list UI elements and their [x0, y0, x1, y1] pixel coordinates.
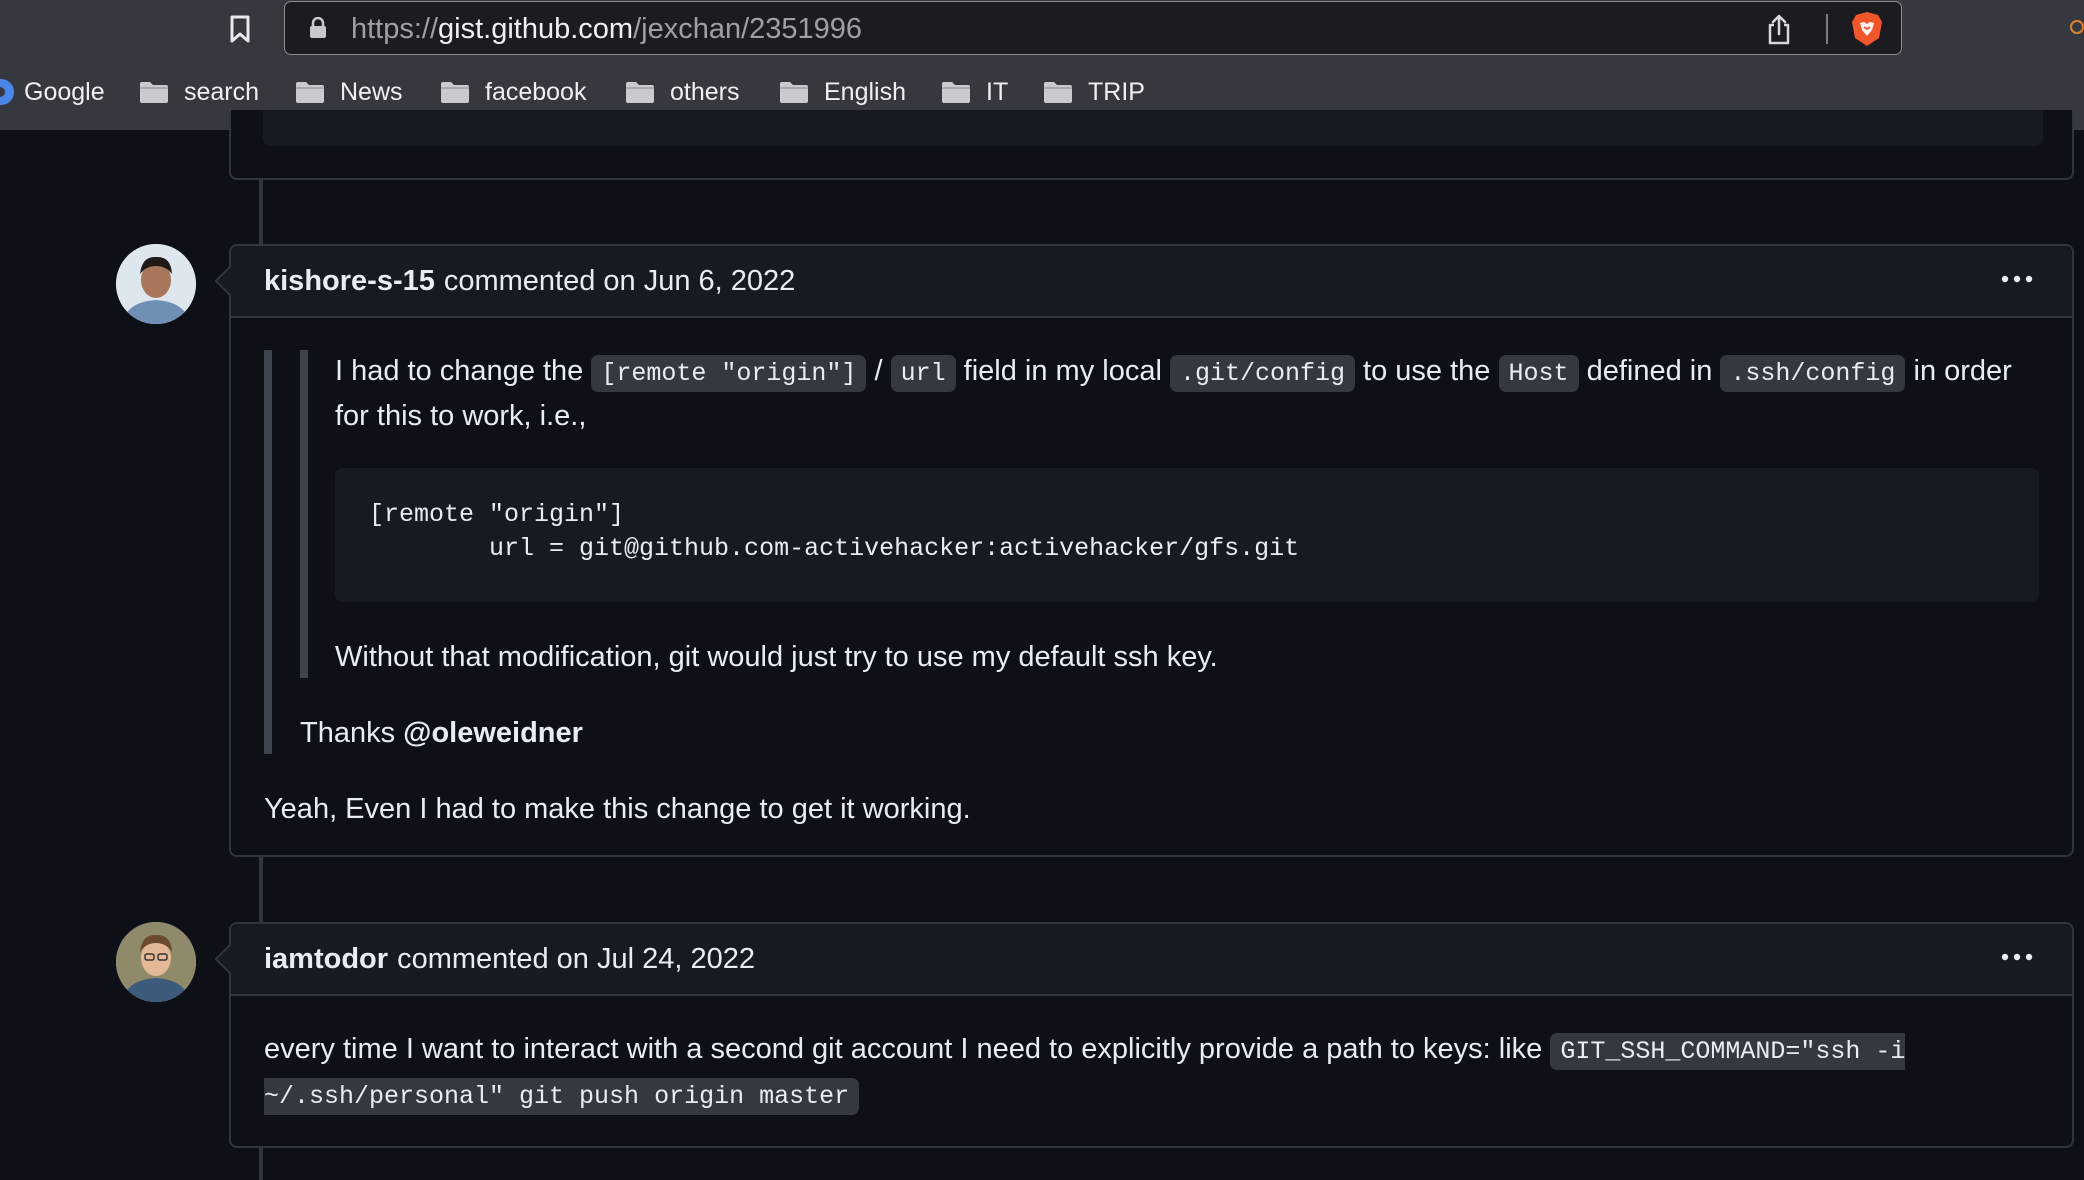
quote-paragraph: I had to change the [remote "origin"] / …	[335, 355, 2012, 432]
bookmark-label: others	[670, 77, 740, 106]
blockquote-outer: I had to change the [remote "origin"] / …	[264, 350, 2039, 754]
folder-icon	[780, 82, 808, 103]
bookmark-label: News	[340, 77, 403, 106]
bookmark-folder-it[interactable]: IT	[940, 70, 1008, 114]
bookmark-folder-search[interactable]: search	[138, 70, 259, 114]
kebab-menu-icon[interactable]	[2000, 952, 2034, 962]
lock-icon	[310, 17, 326, 38]
bookmark-label: search	[184, 77, 260, 106]
user-avatar-image	[116, 244, 196, 324]
inline-code: .ssh/config	[1720, 355, 1906, 392]
comment-body: I had to change the [remote "origin"] / …	[231, 318, 2072, 860]
extension-icon[interactable]	[2070, 20, 2084, 34]
folder-icon	[626, 82, 654, 103]
user-mention-link[interactable]: @oleweidner	[403, 717, 583, 749]
bookmark-label: English	[824, 77, 906, 106]
bookmarks-bar: Google search News facebook others Engli…	[0, 70, 2084, 114]
bookmark-label: facebook	[485, 77, 587, 106]
user-avatar-image	[116, 922, 196, 1002]
bookmark-label: TRIP	[1088, 77, 1145, 106]
avatar[interactable]	[116, 922, 196, 1002]
comment-header: kishore-s-15 commented on Jun 6, 2022	[231, 246, 2072, 318]
bookmark-folder-news[interactable]: News	[294, 70, 403, 114]
bookmark-folder-trip[interactable]: TRIP	[1042, 70, 1145, 114]
folder-icon	[296, 82, 324, 103]
comment-body: every time I want to interact with a sec…	[231, 996, 2072, 1148]
code-block[interactable]: [remote "origin"] url = git@github.com-a…	[335, 468, 2039, 602]
comment-author-link[interactable]: iamtodor	[264, 943, 388, 976]
inline-code: [remote "origin"]	[591, 355, 867, 392]
kebab-menu-icon[interactable]	[2000, 274, 2034, 284]
bookmark-icon[interactable]	[226, 14, 254, 44]
inline-code: url	[890, 355, 956, 392]
bookmark-folder-others[interactable]: others	[624, 70, 739, 114]
comment-meta[interactable]: commented on Jul 24, 2022	[397, 943, 755, 976]
comment-author-link[interactable]: kishore-s-15	[264, 265, 435, 298]
bookmark-label: IT	[986, 77, 1009, 106]
blockquote-inner: I had to change the [remote "origin"] / …	[300, 350, 2039, 678]
previous-code-block-bottom	[263, 110, 2043, 146]
bookmark-folder-english[interactable]: English	[778, 70, 906, 114]
bookmark-folder-facebook[interactable]: facebook	[439, 70, 586, 114]
brave-shield-icon[interactable]	[1850, 10, 1884, 48]
url-divider	[1826, 14, 1828, 44]
thanks-paragraph: Thanks @oleweidner	[300, 717, 583, 749]
comment-meta[interactable]: commented on Jun 6, 2022	[444, 265, 795, 298]
comment-text: every time I want to interact with a sec…	[264, 1028, 2039, 1118]
quote-paragraph-after: Without that modification, git would jus…	[335, 641, 1218, 673]
share-icon[interactable]	[1765, 13, 1793, 45]
comment-card: iamtodor commented on Jul 24, 2022 every…	[229, 922, 2074, 1148]
folder-icon	[942, 82, 970, 103]
comment-text: Yeah, Even I had to make this change to …	[264, 793, 971, 825]
address-bar[interactable]: https://gist.github.com/jexchan/2351996	[284, 1, 1902, 55]
google-icon	[0, 79, 14, 105]
avatar[interactable]	[116, 244, 196, 324]
comment-header: iamtodor commented on Jul 24, 2022	[231, 924, 2072, 996]
bookmark-google[interactable]: Google	[0, 70, 105, 114]
comment-card: kishore-s-15 commented on Jun 6, 2022 I …	[229, 244, 2074, 857]
previous-comment-bottom	[229, 110, 2074, 180]
folder-icon	[441, 82, 469, 103]
inline-code: .git/config	[1169, 355, 1355, 392]
url-text[interactable]: https://gist.github.com/jexchan/2351996	[351, 12, 862, 46]
inline-code: Host	[1498, 355, 1579, 392]
bookmark-label: Google	[24, 77, 105, 106]
folder-icon	[1044, 82, 1072, 103]
folder-icon	[140, 82, 168, 103]
